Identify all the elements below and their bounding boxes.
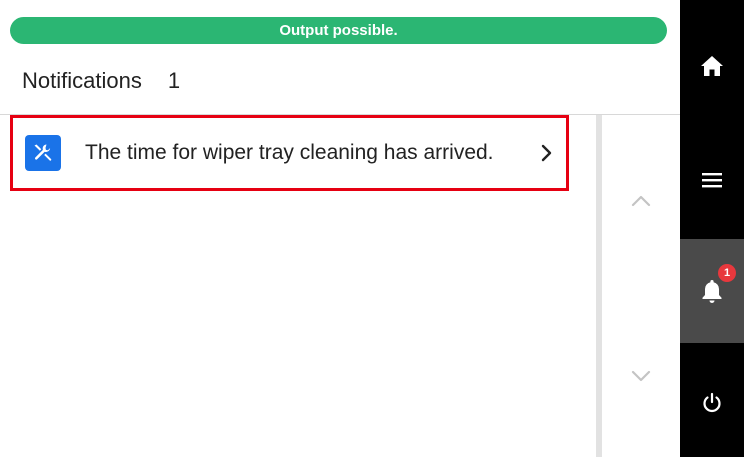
chevron-up-icon <box>631 195 651 207</box>
status-bar: Output possible. <box>10 17 667 44</box>
power-icon <box>703 392 721 413</box>
menu-button[interactable] <box>680 128 744 232</box>
notification-badge: 1 <box>718 264 736 282</box>
notification-message: The time for wiper tray cleaning has arr… <box>85 141 494 164</box>
power-button[interactable] <box>680 351 744 455</box>
notifications-screen: Output possible. Notifications 1 The tim… <box>0 0 744 457</box>
home-button[interactable] <box>680 14 744 118</box>
menu-icon <box>702 173 722 188</box>
notification-item-wiper-tray[interactable]: The time for wiper tray cleaning has arr… <box>10 115 569 191</box>
scroll-down-button[interactable] <box>625 360 657 392</box>
home-icon <box>701 56 723 76</box>
bell-icon <box>702 280 722 303</box>
status-text: Output possible. <box>279 22 398 39</box>
page-title: Notifications <box>22 68 142 93</box>
scroll-up-button[interactable] <box>625 185 657 217</box>
header: Notifications 1 <box>0 48 680 115</box>
chevron-down-icon <box>631 370 651 382</box>
notification-count: 1 <box>167 68 181 93</box>
scroll-controls <box>602 115 680 457</box>
notifications-button[interactable]: 1 <box>680 239 744 343</box>
notification-list: The time for wiper tray cleaning has arr… <box>0 115 595 457</box>
side-dock: 1 <box>680 0 744 457</box>
chevron-right-icon <box>538 141 556 165</box>
tools-icon <box>25 135 61 171</box>
